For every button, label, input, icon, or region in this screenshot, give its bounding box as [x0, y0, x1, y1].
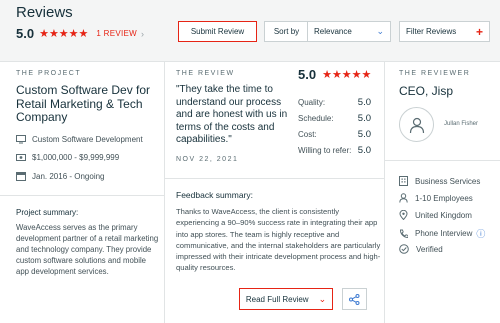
star-rating-icon: ★★★★★	[39, 28, 89, 40]
info-icon[interactable]: ⓘ	[476, 227, 485, 240]
project-summary: WaveAccess serves as the primary develop…	[16, 223, 159, 276]
reviewer-name: CEO, Jisp	[399, 84, 454, 98]
project-section-label: THE PROJECT	[16, 70, 82, 77]
building-icon	[399, 176, 408, 186]
rating-number: 5.0	[16, 26, 35, 41]
reviewer-industry-text: Business Services	[415, 176, 481, 186]
review-quote: "They take the time to understand our pr…	[176, 84, 288, 145]
submit-review-button[interactable]: Submit Review	[178, 21, 257, 42]
chevron-right-icon: ›	[141, 28, 145, 39]
avatar	[399, 107, 434, 142]
project-service-text: Custom Software Development	[32, 135, 143, 144]
reviewer-employees-text: 1-10 Employees	[415, 193, 473, 203]
reviewer-location: United Kingdom	[399, 210, 472, 220]
project-service: Custom Software Development	[16, 135, 143, 144]
read-full-review-label: Read Full Review	[245, 294, 309, 304]
reviews-header: Reviews 5.0 ★★★★★ 1 REVIEW › Submit Revi…	[0, 0, 500, 62]
person-icon	[399, 193, 408, 203]
filter-reviews-button[interactable]: Filter Reviews +	[399, 21, 490, 42]
score-value: 5.0	[357, 128, 371, 140]
project-title: Custom Software Dev for Retail Marketing…	[16, 83, 151, 124]
reviewer-section-label: THE REVIEWER	[399, 70, 471, 77]
score-value: 5.0	[357, 96, 371, 108]
review-date: NOV 22, 2021	[176, 156, 239, 163]
score-row-cost: Cost: 5.0	[298, 126, 371, 142]
read-full-review-button[interactable]: Read Full Review ⌄	[239, 288, 333, 310]
sort-by-label: Sort by	[264, 21, 308, 42]
score-row-quality: Quality: 5.0	[298, 94, 371, 110]
score-row-schedule: Schedule: 5.0	[298, 110, 371, 126]
monitor-icon	[16, 135, 26, 144]
row-divider	[165, 178, 384, 179]
reviews-title: Reviews	[16, 4, 73, 21]
review-section-label: THE REVIEW	[176, 70, 235, 77]
reviewer-interview-text: Phone Interview	[415, 229, 473, 238]
tag-icon	[16, 154, 26, 161]
star-rating-icon: ★★★★★	[322, 69, 372, 81]
score-label: Cost:	[298, 129, 317, 139]
project-budget-text: $1,000,000 - $9,999,999	[32, 153, 120, 162]
score-row-refer: Willing to refer: 5.0	[298, 142, 371, 158]
score-label: Quality:	[298, 97, 326, 107]
review-rating-number: 5.0	[298, 67, 317, 82]
reviewer-employees: 1-10 Employees	[399, 193, 473, 203]
feedback-summary: Thanks to WaveAccess, the client is cons…	[176, 207, 381, 273]
reviewer-verified: Verified	[399, 244, 443, 254]
verified-check-icon	[399, 244, 409, 254]
plus-icon: +	[475, 24, 483, 39]
feedback-summary-label: Feedback summary:	[176, 190, 253, 200]
column-divider	[384, 62, 385, 323]
score-value: 5.0	[357, 112, 371, 124]
reviewer-industry: Business Services	[399, 176, 480, 186]
project-dates: Jan. 2016 - Ongoing	[16, 171, 105, 181]
filter-label: Filter Reviews	[406, 27, 457, 36]
row-divider	[0, 195, 164, 196]
phone-icon	[400, 229, 408, 238]
location-pin-icon	[399, 210, 408, 220]
score-value: 5.0	[357, 144, 371, 156]
score-label: Schedule:	[298, 113, 334, 123]
user-icon	[409, 117, 424, 133]
share-icon	[349, 293, 360, 305]
chevron-down-icon: ⌄	[376, 26, 384, 36]
review-overall-rating: 5.0 ★★★★★	[298, 67, 371, 82]
project-dates-text: Jan. 2016 - Ongoing	[32, 171, 105, 181]
reviewer-verified-text: Verified	[416, 244, 443, 254]
overall-rating: 5.0 ★★★★★ 1 REVIEW ›	[16, 26, 144, 41]
chevron-down-icon: ⌄	[318, 293, 327, 304]
reviewer-location-text: United Kingdom	[415, 210, 472, 220]
score-breakdown: Quality: 5.0 Schedule: 5.0 Cost: 5.0 Wil…	[298, 94, 371, 158]
project-summary-label: Project summary:	[16, 208, 79, 217]
sort-value: Relevance	[314, 27, 352, 36]
project-budget: $1,000,000 - $9,999,999	[16, 153, 119, 162]
score-label: Willing to refer:	[298, 145, 352, 155]
reviewer-person: Jullan Fisher	[444, 121, 479, 127]
reviewer-interview: Phone Interview ⓘ	[399, 227, 485, 240]
share-button[interactable]	[342, 288, 367, 310]
row-divider	[385, 160, 500, 161]
calendar-icon	[16, 172, 26, 181]
review-count-link[interactable]: 1 REVIEW	[96, 29, 137, 38]
sort-select[interactable]: Relevance ⌄	[307, 21, 391, 42]
